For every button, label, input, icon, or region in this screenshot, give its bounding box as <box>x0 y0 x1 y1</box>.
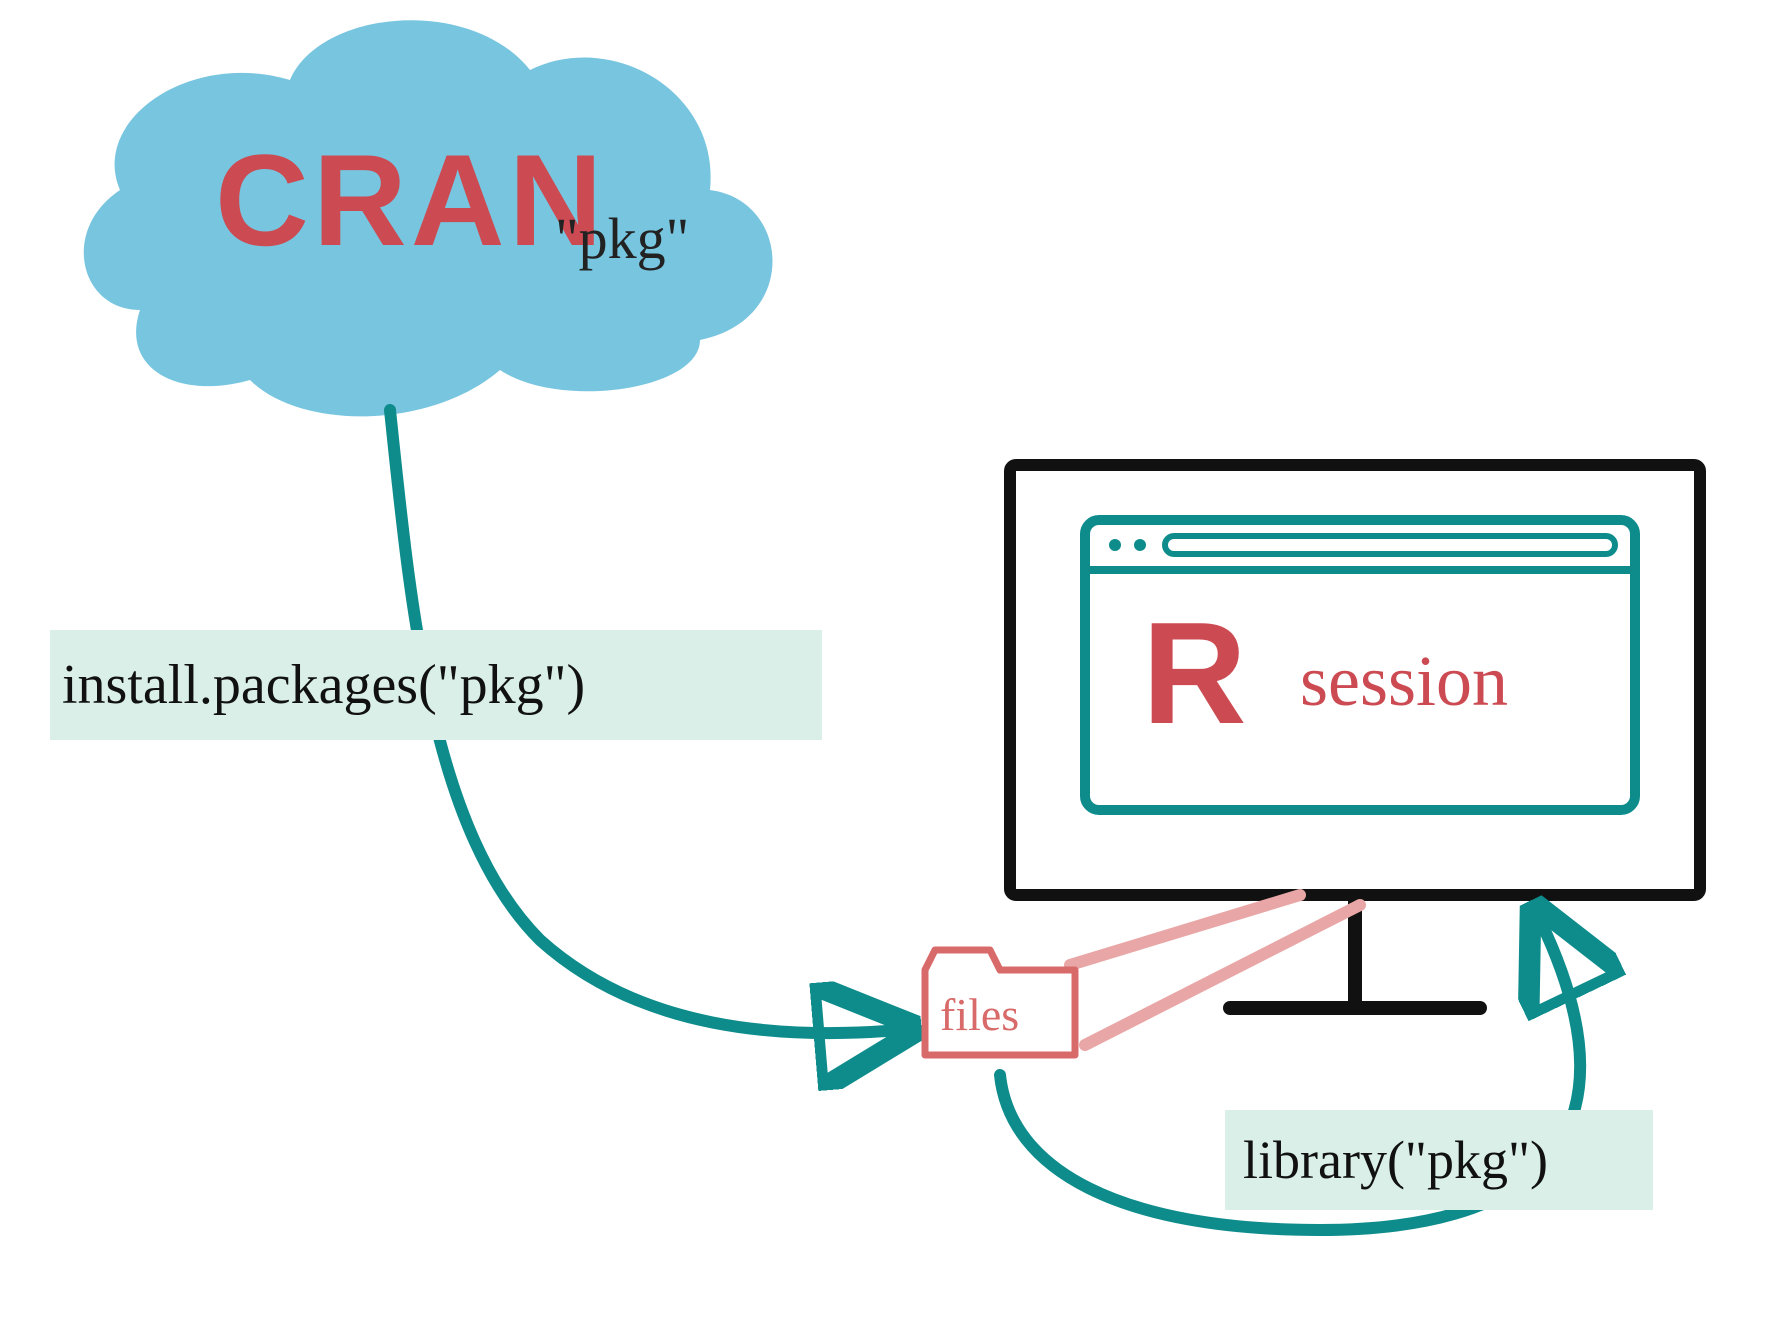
library-command-text: library("pkg") <box>1243 1129 1548 1191</box>
projection-lines <box>1070 895 1360 1045</box>
cloud-title: CRAN <box>215 125 607 275</box>
diagram-stage: CRAN "pkg" install.packages("pkg") libra… <box>0 0 1783 1317</box>
session-label: session <box>1300 640 1508 723</box>
install-command-text: install.packages("pkg") <box>62 653 585 717</box>
install-command-box: install.packages("pkg") <box>50 630 822 740</box>
r-logo-letter: R <box>1142 590 1247 757</box>
folder-label: files <box>940 988 1019 1041</box>
cloud-pkg-label: "pkg" <box>555 205 689 272</box>
library-command-box: library("pkg") <box>1225 1110 1653 1210</box>
monitor-icon <box>1010 465 1700 1008</box>
